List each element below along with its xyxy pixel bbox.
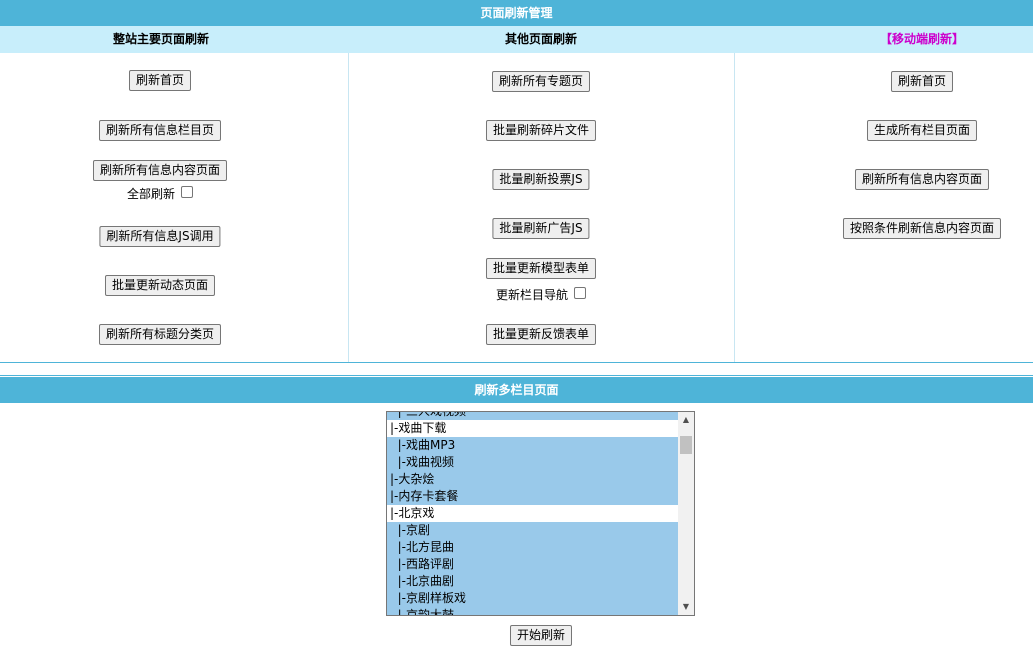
list-option[interactable]: |-西路评剧: [387, 556, 679, 573]
refresh-all-list-pages-button[interactable]: 刷新所有信息栏目页: [98, 120, 222, 141]
refresh-all-content-pages-button[interactable]: 刷新所有信息内容页面: [92, 160, 228, 181]
refresh-js-calls-button[interactable]: 刷新所有信息JS调用: [99, 226, 221, 247]
mobile-heading: 【移动端刷新】: [879, 32, 964, 46]
update-nav-option: 更新栏目导航: [495, 286, 587, 303]
list-option[interactable]: |-戏曲视频: [387, 454, 679, 471]
refresh-title-category-pages-button[interactable]: 刷新所有标题分类页: [98, 324, 222, 345]
listbox-scrollbar[interactable]: ▲ ▼: [678, 412, 694, 615]
column-headings: 整站主要页面刷新 其他页面刷新 【移动端刷新】: [0, 26, 1033, 53]
column-options: |-三人戏视频 |-戏曲下载 |-戏曲MP3 |-戏曲视频 |-大杂烩 |-内存卡套餐…: [387, 412, 679, 615]
refresh-ad-js-button[interactable]: 批量刷新广告JS: [492, 218, 590, 239]
list-option[interactable]: |-京剧样板戏: [387, 590, 679, 607]
section-divider: [0, 362, 1033, 363]
list-option[interactable]: |-北京曲剧: [387, 573, 679, 590]
update-nav-label: 更新栏目导航: [495, 288, 569, 302]
refresh-all-topics-button[interactable]: 刷新所有专题页: [491, 71, 591, 92]
list-option[interactable]: |-京韵大鼓: [387, 607, 679, 615]
list-option[interactable]: |-大杂烩: [387, 471, 679, 488]
section-divider: [0, 375, 1033, 376]
list-option[interactable]: |-戏曲下载: [387, 420, 679, 437]
update-dynamic-pages-button[interactable]: 批量更新动态页面: [104, 275, 216, 296]
refresh-vote-js-button[interactable]: 批量刷新投票JS: [492, 169, 590, 190]
list-option[interactable]: |-三人戏视频: [387, 412, 679, 420]
list-option[interactable]: |-北京戏: [387, 505, 679, 522]
other-heading: 其他页面刷新: [504, 32, 577, 46]
mobile-refresh-home-button[interactable]: 刷新首页: [890, 71, 954, 92]
update-model-forms-button[interactable]: 批量更新模型表单: [485, 258, 597, 279]
column-divider: [348, 53, 349, 362]
multi-section-title-bar: 刷新多栏目页面: [0, 377, 1033, 403]
scrollbar-thumb[interactable]: [680, 436, 692, 454]
refresh-all-checkbox[interactable]: [181, 185, 194, 198]
update-feedback-forms-button[interactable]: 批量更新反馈表单: [485, 324, 597, 345]
mobile-refresh-content-pages-button[interactable]: 刷新所有信息内容页面: [854, 169, 990, 190]
scroll-down-arrow-icon[interactable]: ▼: [678, 599, 694, 615]
list-option[interactable]: |-京剧: [387, 522, 679, 539]
refresh-home-button[interactable]: 刷新首页: [128, 70, 192, 91]
column-divider: [734, 53, 735, 362]
column-multiselect[interactable]: |-三人戏视频 |-戏曲下载 |-戏曲MP3 |-戏曲视频 |-大杂烩 |-内存卡套餐…: [386, 411, 695, 616]
refresh-all-option: 全部刷新: [126, 185, 194, 202]
scroll-up-arrow-icon[interactable]: ▲: [678, 412, 694, 428]
start-refresh-button[interactable]: 开始刷新: [509, 625, 573, 646]
list-option[interactable]: |-内存卡套餐: [387, 488, 679, 505]
mobile-conditional-refresh-button[interactable]: 按照条件刷新信息内容页面: [842, 218, 1002, 239]
multi-section-title: 刷新多栏目页面: [474, 383, 559, 397]
refresh-all-label: 全部刷新: [126, 187, 176, 201]
main-heading: 整站主要页面刷新: [112, 32, 209, 46]
list-option[interactable]: |-戏曲MP3: [387, 437, 679, 454]
mobile-generate-list-pages-button[interactable]: 生成所有栏目页面: [866, 120, 978, 141]
update-nav-checkbox[interactable]: [574, 286, 587, 299]
refresh-fragment-files-button[interactable]: 批量刷新碎片文件: [485, 120, 597, 141]
page-title: 页面刷新管理: [480, 6, 553, 20]
page-title-bar: 页面刷新管理: [0, 0, 1033, 26]
list-option[interactable]: |-北方昆曲: [387, 539, 679, 556]
